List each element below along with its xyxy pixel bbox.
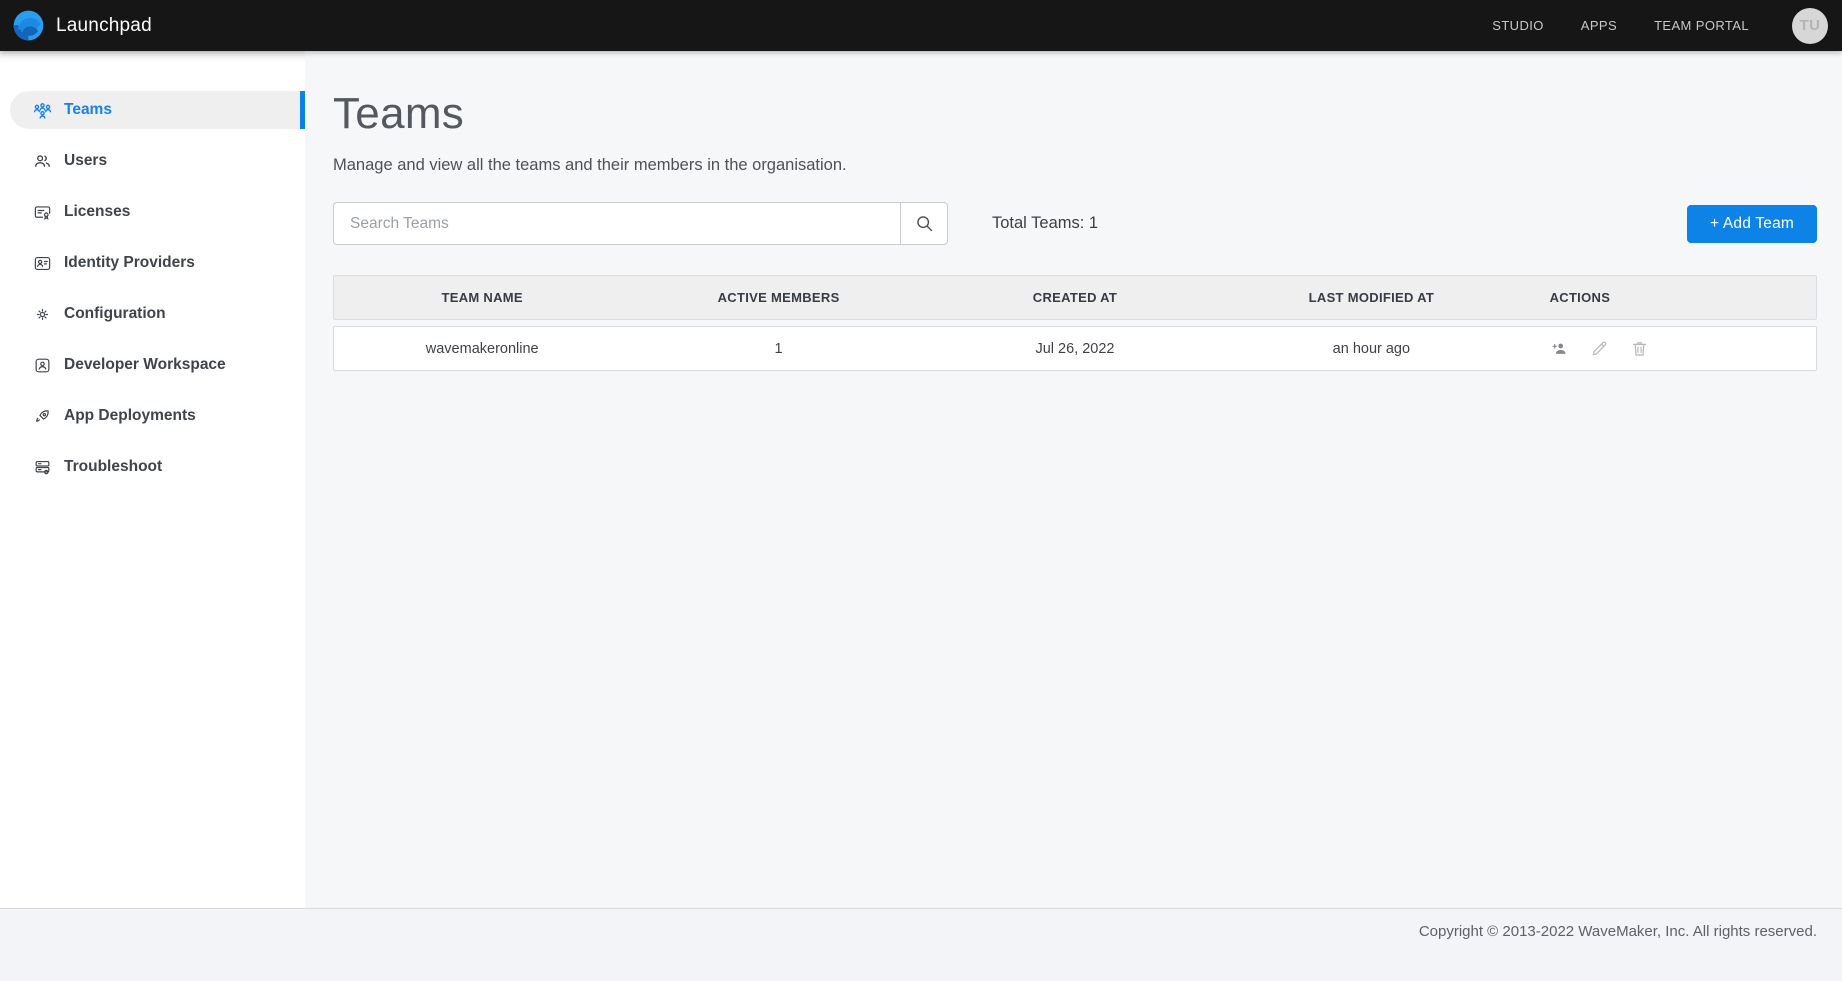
column-header-team-name: TEAM NAME xyxy=(334,290,630,305)
sidebar-item-teams[interactable]: Teams xyxy=(10,91,305,129)
total-teams-label: Total Teams: 1 xyxy=(992,214,1098,233)
content-shell: Teams Users Licenses xyxy=(0,51,1842,908)
sidebar-item-label: Configuration xyxy=(64,305,166,323)
column-header-active-members: ACTIVE MEMBERS xyxy=(630,290,926,305)
top-nav: STUDIO APPS TEAM PORTAL TU xyxy=(1492,8,1828,44)
users-icon xyxy=(33,152,52,171)
sidebar-item-app-deployments[interactable]: App Deployments xyxy=(10,397,305,435)
teams-toolbar: Total Teams: 1 + Add Team xyxy=(333,202,1817,245)
sidebar-item-label: App Deployments xyxy=(64,407,196,425)
edit-team-button[interactable] xyxy=(1590,339,1609,358)
edit-pencil-icon xyxy=(1590,339,1609,358)
person-add-icon xyxy=(1550,339,1569,358)
brand: Launchpad xyxy=(12,9,152,42)
sidebar-item-developer-workspace[interactable]: Developer Workspace xyxy=(10,346,305,384)
page-title: Teams xyxy=(333,89,1817,139)
sidebar: Teams Users Licenses xyxy=(0,51,305,908)
top-bar: Launchpad STUDIO APPS TEAM PORTAL TU xyxy=(0,0,1842,51)
sidebar-item-label: Teams xyxy=(64,101,112,119)
identity-providers-icon xyxy=(33,254,52,273)
table-header: TEAM NAME ACTIVE MEMBERS CREATED AT LAST… xyxy=(333,275,1817,320)
nav-apps[interactable]: APPS xyxy=(1581,18,1617,33)
page-subtitle: Manage and view all the teams and their … xyxy=(333,156,1817,175)
teams-table: TEAM NAME ACTIVE MEMBERS CREATED AT LAST… xyxy=(333,275,1817,371)
column-header-last-modified-at: LAST MODIFIED AT xyxy=(1223,290,1519,305)
sidebar-item-label: Users xyxy=(64,152,107,170)
search-input[interactable] xyxy=(333,202,900,245)
search-group xyxy=(333,202,948,245)
copyright-text: Copyright © 2013-2022 WaveMaker, Inc. Al… xyxy=(1419,923,1817,940)
row-actions xyxy=(1550,339,1816,358)
cell-created-at: Jul 26, 2022 xyxy=(927,341,1223,357)
cell-team-name: wavemakeronline xyxy=(334,341,630,357)
sidebar-item-configuration[interactable]: Configuration xyxy=(10,295,305,333)
user-avatar[interactable]: TU xyxy=(1792,8,1828,44)
trash-icon xyxy=(1630,339,1649,358)
sidebar-item-licenses[interactable]: Licenses xyxy=(10,193,305,231)
cell-last-modified-at: an hour ago xyxy=(1223,341,1519,357)
search-button[interactable] xyxy=(900,202,948,245)
sidebar-item-users[interactable]: Users xyxy=(10,142,305,180)
app-title: Launchpad xyxy=(56,15,152,37)
nav-team-portal[interactable]: TEAM PORTAL xyxy=(1654,18,1749,33)
troubleshoot-icon xyxy=(33,458,52,477)
table-row: wavemakeronline 1 Jul 26, 2022 an hour a… xyxy=(333,326,1817,371)
cell-active-members: 1 xyxy=(630,341,926,357)
nav-studio[interactable]: STUDIO xyxy=(1492,18,1544,33)
page-footer: Copyright © 2013-2022 WaveMaker, Inc. Al… xyxy=(0,908,1842,981)
add-member-button[interactable] xyxy=(1550,339,1569,358)
sidebar-item-label: Licenses xyxy=(64,203,130,221)
sidebar-item-label: Troubleshoot xyxy=(64,458,162,476)
configuration-icon xyxy=(33,305,52,324)
column-header-actions: ACTIONS xyxy=(1520,290,1816,305)
sidebar-item-troubleshoot[interactable]: Troubleshoot xyxy=(10,448,305,486)
sidebar-item-label: Identity Providers xyxy=(64,254,195,272)
delete-team-button[interactable] xyxy=(1630,339,1649,358)
sidebar-item-identity-providers[interactable]: Identity Providers xyxy=(10,244,305,282)
main-content: Teams Manage and view all the teams and … xyxy=(305,51,1842,908)
developer-workspace-icon xyxy=(33,356,52,375)
licenses-icon xyxy=(33,203,52,222)
add-team-button[interactable]: + Add Team xyxy=(1687,205,1817,243)
column-header-created-at: CREATED AT xyxy=(927,290,1223,305)
teams-icon xyxy=(33,101,52,120)
cell-actions xyxy=(1520,339,1816,358)
wavemaker-logo-icon xyxy=(12,9,45,42)
app-deployments-icon xyxy=(33,407,52,426)
sidebar-item-label: Developer Workspace xyxy=(64,356,226,374)
search-icon xyxy=(914,213,935,234)
